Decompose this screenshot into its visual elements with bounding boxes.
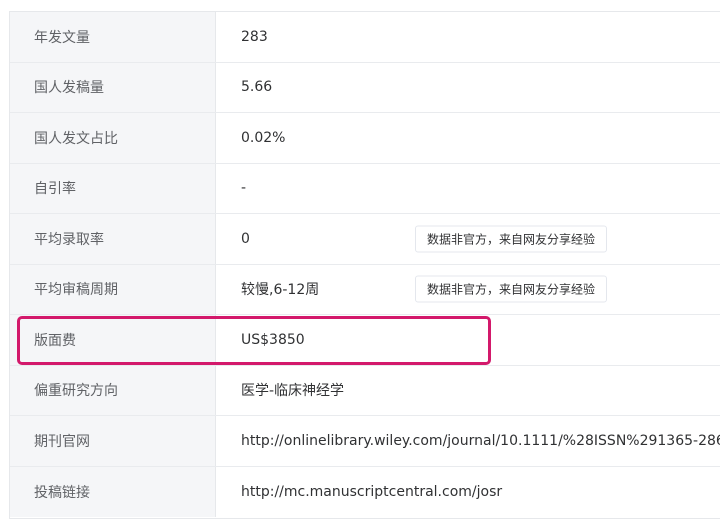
label-cell: 投稿链接 <box>10 466 216 517</box>
journal-info-table: 年发文量 283 国人发稿量 5.66 国人发文占比 0.02% 自引率 - 平… <box>9 11 720 519</box>
label-cell: 平均录取率 <box>10 214 216 264</box>
label-cell: 自引率 <box>10 163 216 213</box>
row-review-period: 平均审稿周期 较慢,6-12周 数据非官方，来自网友分享经验 <box>10 264 720 315</box>
publication-fee-label: 版面费 <box>34 332 76 349</box>
submission-link-label: 投稿链接 <box>34 484 90 501</box>
self-citation-label: 自引率 <box>34 181 76 198</box>
chinese-share-value: 0.02% <box>241 129 286 146</box>
research-direction-value: 医学-临床神经学 <box>241 383 345 400</box>
review-period-label: 平均审稿周期 <box>34 282 118 299</box>
row-submission-link: 投稿链接 http://mc.manuscriptcentral.com/jos… <box>10 466 720 517</box>
row-acceptance-rate: 平均录取率 0 数据非官方，来自网友分享经验 <box>10 214 720 265</box>
journal-website-label: 期刊官网 <box>34 433 90 450</box>
annual-articles-value: 283 <box>241 28 268 45</box>
row-research-direction: 偏重研究方向 医学-临床神经学 <box>10 365 720 416</box>
label-cell: 国人发稿量 <box>10 62 216 112</box>
acceptance-rate-value: 0 <box>241 230 250 247</box>
submission-link[interactable]: http://mc.manuscriptcentral.com/josr <box>241 484 502 500</box>
row-chinese-share: 国人发文占比 0.02% <box>10 113 720 164</box>
self-citation-value: - <box>241 180 247 197</box>
row-journal-website: 期刊官网 http://onlinelibrary.wiley.com/jour… <box>10 416 720 467</box>
chinese-submissions-value: 5.66 <box>241 79 273 96</box>
label-cell: 平均审稿周期 <box>10 264 216 314</box>
unofficial-data-tag: 数据非官方，来自网友分享经验 <box>415 275 608 303</box>
publication-fee-value: US$3850 <box>241 331 305 348</box>
review-period-value: 较慢,6-12周 <box>241 282 320 299</box>
journal-website-link[interactable]: http://onlinelibrary.wiley.com/journal/1… <box>241 433 720 449</box>
unofficial-data-tag: 数据非官方，来自网友分享经验 <box>415 225 608 253</box>
label-cell: 偏重研究方向 <box>10 365 216 415</box>
label-cell: 年发文量 <box>10 12 216 62</box>
label-cell: 版面费 <box>10 315 216 365</box>
acceptance-rate-label: 平均录取率 <box>34 231 104 248</box>
row-publication-fee: 版面费 US$3850 <box>10 315 720 366</box>
row-self-citation: 自引率 - <box>10 163 720 214</box>
research-direction-label: 偏重研究方向 <box>34 383 118 400</box>
annual-articles-label: 年发文量 <box>34 29 90 46</box>
chinese-submissions-label: 国人发稿量 <box>34 80 104 97</box>
label-cell: 期刊官网 <box>10 416 216 466</box>
row-annual-articles: 年发文量 283 <box>10 12 720 63</box>
row-chinese-submissions: 国人发稿量 5.66 <box>10 62 720 113</box>
chinese-share-label: 国人发文占比 <box>34 130 118 147</box>
label-cell: 国人发文占比 <box>10 113 216 163</box>
